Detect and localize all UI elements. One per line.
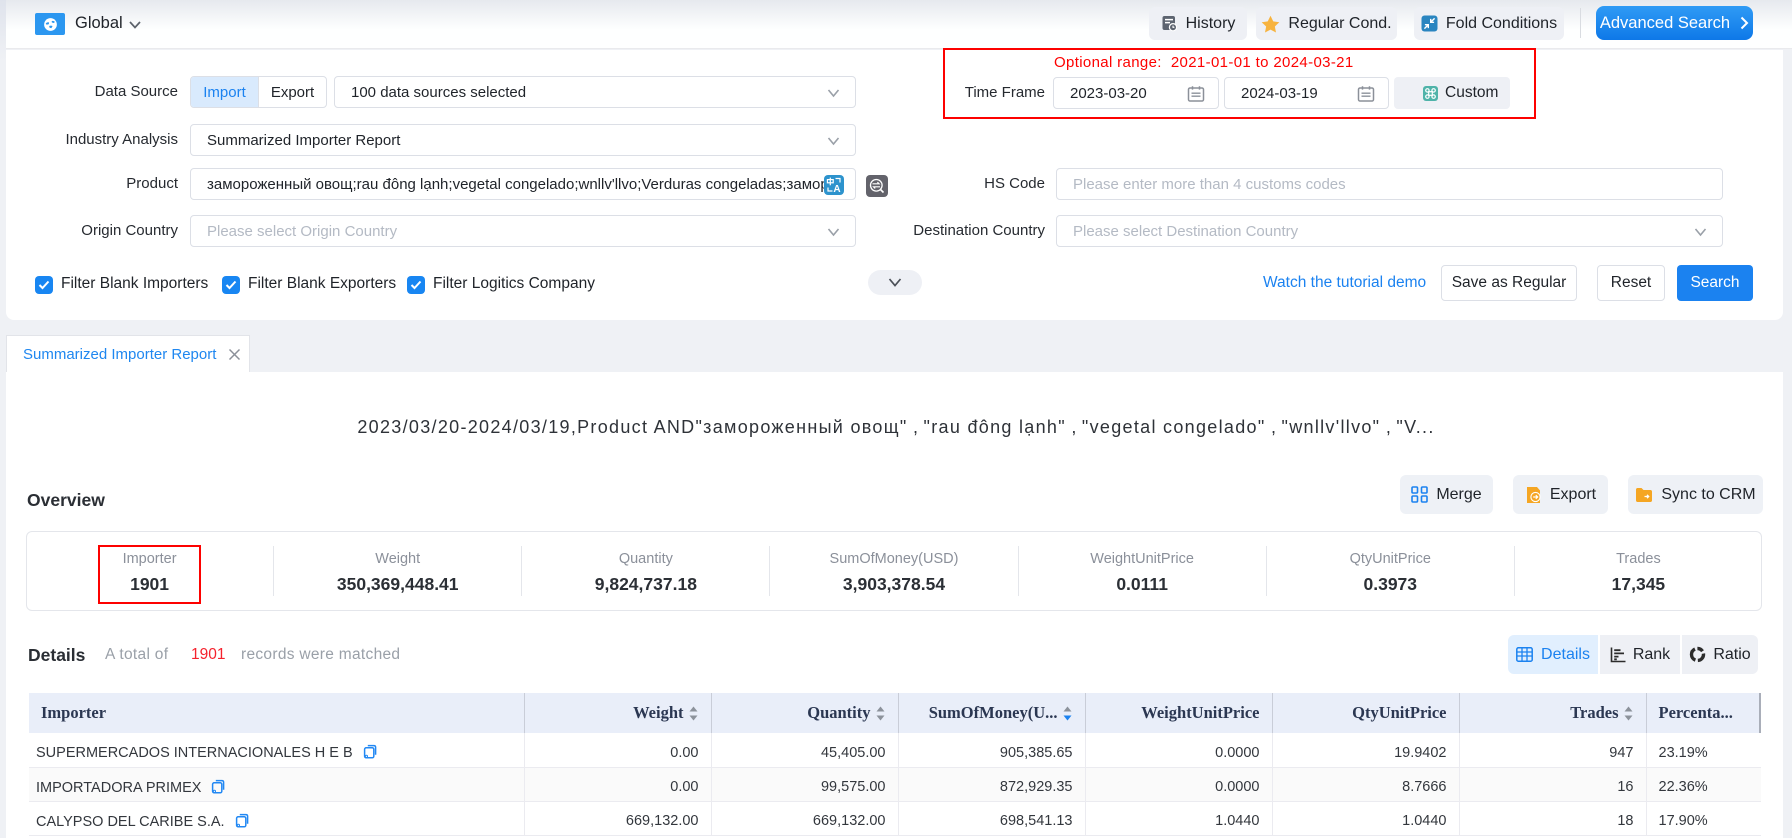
svg-text:A: A	[833, 184, 840, 195]
